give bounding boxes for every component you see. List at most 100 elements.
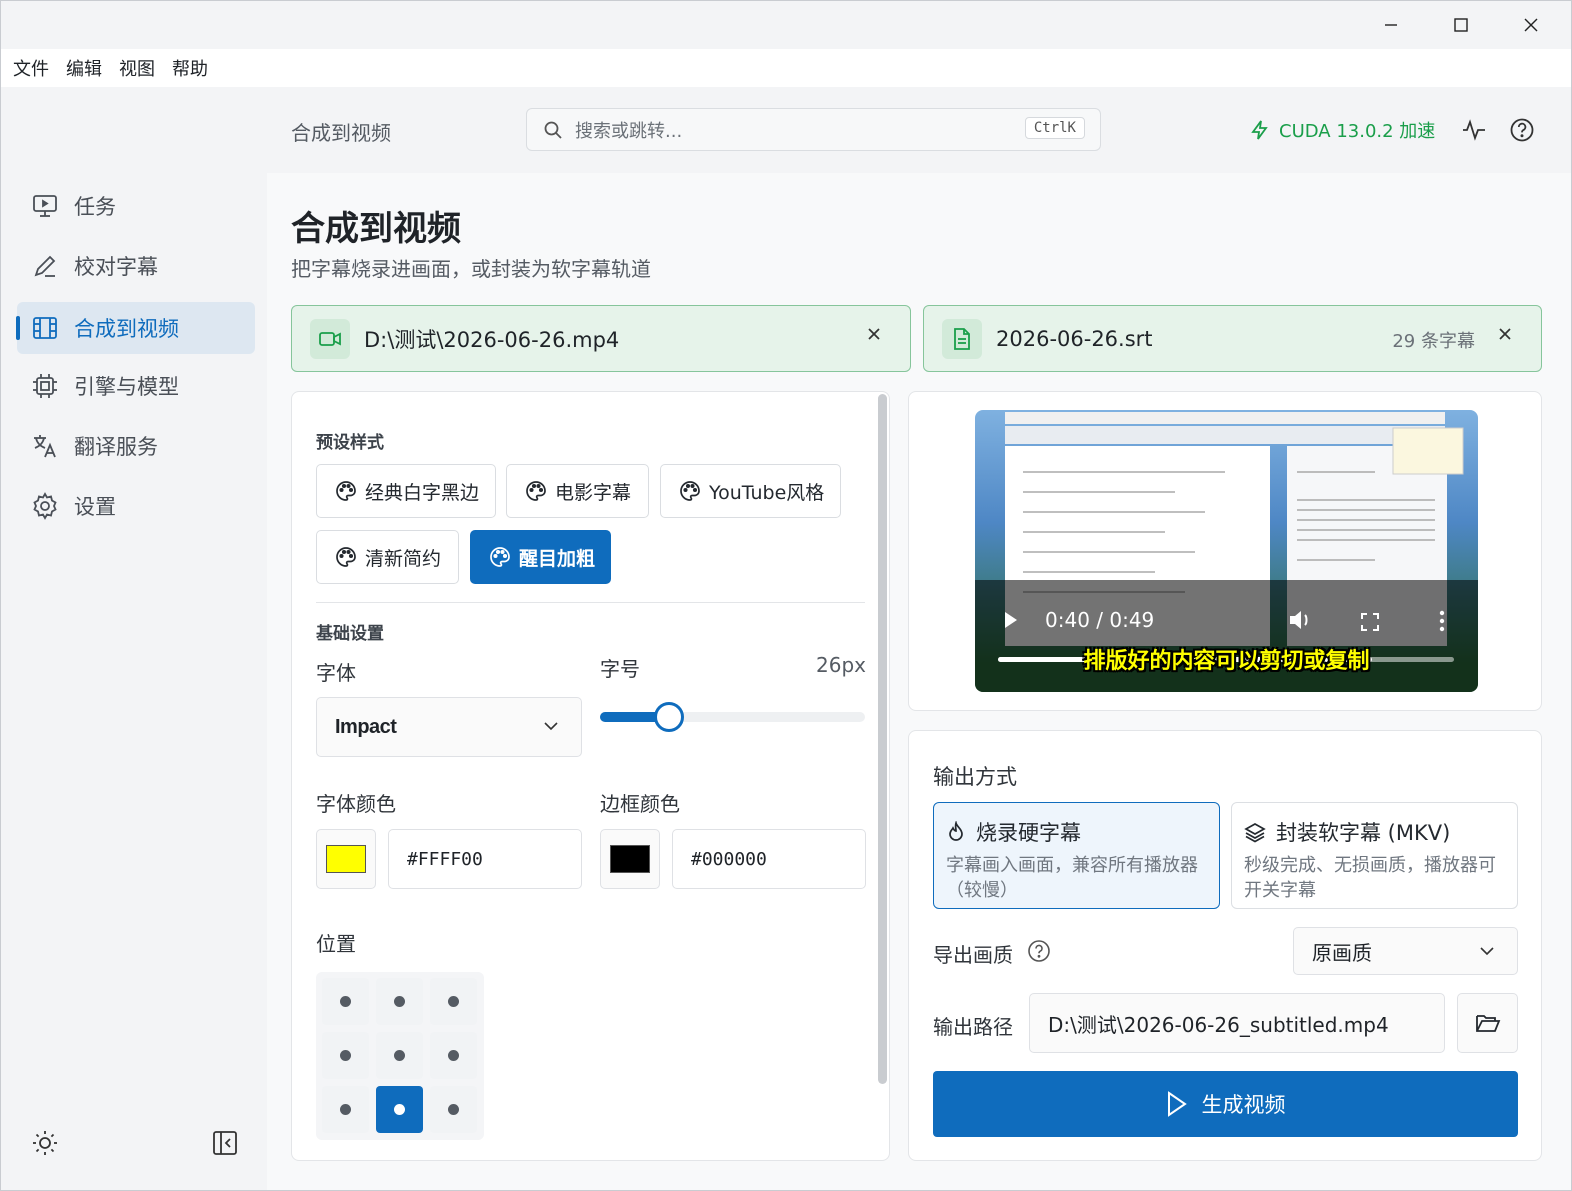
close-icon[interactable]	[1511, 9, 1551, 41]
menu-file[interactable]: 文件	[13, 55, 49, 81]
mode-title: 烧录硬字幕	[976, 821, 1081, 845]
palette-icon	[335, 480, 357, 502]
menu-edit[interactable]: 编辑	[66, 55, 102, 81]
size-label: 字号	[600, 657, 640, 681]
scrollbar[interactable]	[878, 394, 887, 1084]
sidebar-item-proofread[interactable]: 校对字幕	[17, 240, 255, 292]
quality-label: 导出画质	[933, 943, 1013, 967]
menu-bar: 文件 编辑 视图 帮助	[1, 49, 1571, 87]
font-color-input[interactable]: #FFFF00	[388, 829, 582, 889]
help-icon[interactable]	[1509, 117, 1535, 147]
output-path-input[interactable]: D:\测试\2026-06-26_subtitled.mp4	[1029, 993, 1445, 1053]
position-middle-right[interactable]	[430, 1032, 477, 1079]
play-outline-icon	[1166, 1091, 1188, 1117]
sidebar-item-compose[interactable]: 合成到视频	[16, 302, 255, 354]
position-bottom-right[interactable]	[430, 1086, 477, 1133]
position-bottom-center[interactable]	[376, 1086, 423, 1133]
position-middle-left[interactable]	[322, 1032, 369, 1079]
activity-icon[interactable]	[1461, 117, 1487, 147]
translate-icon	[30, 431, 60, 461]
menu-view[interactable]: 视图	[119, 55, 155, 81]
film-icon	[30, 313, 60, 343]
size-slider-track[interactable]	[600, 702, 865, 732]
search-bar[interactable]: 搜索或跳转... CtrlK	[526, 108, 1101, 151]
preset-movie-button[interactable]: 电影字幕	[506, 464, 649, 518]
search-icon	[543, 120, 563, 140]
position-grid	[316, 972, 484, 1140]
video-file-chip: D:\测试\2026-06-26.mp4	[291, 305, 911, 372]
subtitle-count: 29 条字幕	[1392, 331, 1475, 352]
preset-youtube-button[interactable]: YouTube风格	[660, 464, 841, 518]
subtitle-file-name: 2026-06-26.srt	[996, 326, 1153, 351]
size-value: 26px	[816, 653, 866, 677]
subtitle-caption: 排版好的内容可以剪切或复制	[1083, 649, 1370, 674]
sidebar-item-label: 合成到视频	[74, 317, 179, 341]
size-slider-thumb[interactable]	[653, 702, 684, 732]
border-color-input[interactable]: #000000	[672, 829, 866, 889]
position-top-right[interactable]	[430, 978, 477, 1025]
fullscreen-icon[interactable]	[1360, 612, 1380, 636]
browse-folder-button[interactable]	[1457, 993, 1518, 1053]
sun-icon[interactable]	[31, 1129, 59, 1161]
position-top-center[interactable]	[376, 978, 423, 1025]
cuda-label: CUDA 13.0.2 加速	[1279, 121, 1436, 142]
page-title: 合成到视频	[291, 209, 461, 249]
chip-icon	[30, 371, 60, 401]
remove-subtitle-icon[interactable]	[1497, 326, 1513, 346]
mode-burn-option[interactable]: 烧录硬字幕 字幕画入画面，兼容所有播放器（较慢）	[933, 802, 1220, 909]
video-player[interactable]: 0:40 / 0:49 排版好的内容可以剪切或复制	[975, 410, 1478, 692]
mode-mux-option[interactable]: 封装软字幕 (MKV) 秒级完成、无损画质，播放器可开关字幕	[1231, 802, 1518, 909]
output-card: 输出方式 烧录硬字幕 字幕画入画面，兼容所有播放器（较慢） 封装软字幕 (MKV…	[908, 730, 1542, 1161]
video-time: 0:40 / 0:49	[1045, 608, 1155, 632]
palette-icon	[489, 546, 511, 568]
position-middle-center[interactable]	[376, 1032, 423, 1079]
menu-help[interactable]: 帮助	[172, 55, 208, 81]
more-options-icon[interactable]	[1439, 610, 1445, 636]
file-text-icon	[942, 318, 982, 359]
video-file-path: D:\测试\2026-06-26.mp4	[364, 327, 620, 352]
maximize-icon[interactable]	[1441, 9, 1481, 41]
palette-icon	[679, 480, 701, 502]
search-input[interactable]: 搜索或跳转...	[575, 117, 682, 143]
mode-description: 字幕画入画面，兼容所有播放器（较慢）	[946, 855, 1198, 901]
sidebar: 任务 校对字幕 合成到视频 引擎与模型 翻译服务 设置	[1, 87, 267, 1190]
sidebar-item-translate[interactable]: 翻译服务	[17, 420, 255, 472]
font-color-chip	[326, 845, 366, 873]
minimize-icon[interactable]	[1371, 9, 1411, 41]
position-bottom-left[interactable]	[322, 1086, 369, 1133]
info-icon[interactable]	[1027, 939, 1051, 967]
volume-icon[interactable]	[1287, 608, 1313, 636]
preset-label: YouTube风格	[709, 481, 825, 504]
quality-select[interactable]: 原画质	[1293, 927, 1518, 975]
preset-bold-button[interactable]: 醒目加粗	[470, 530, 611, 584]
style-settings-card: 预设样式 经典白字黑边 电影字幕 YouTube风格 清新简约 醒目加粗 基础设…	[291, 391, 890, 1161]
palette-icon	[335, 546, 357, 568]
collapse-sidebar-icon[interactable]	[211, 1129, 239, 1161]
preset-classic-button[interactable]: 经典白字黑边	[316, 464, 496, 518]
preview-card: 0:40 / 0:49 排版好的内容可以剪切或复制	[908, 391, 1542, 711]
mode-title: 封装软字幕 (MKV)	[1276, 821, 1451, 845]
position-label: 位置	[316, 932, 356, 956]
sidebar-item-label: 引擎与模型	[74, 375, 179, 399]
preset-fresh-button[interactable]: 清新简约	[316, 530, 459, 584]
font-select[interactable]: Impact	[316, 697, 582, 757]
play-icon[interactable]	[1003, 610, 1019, 634]
remove-video-icon[interactable]	[866, 326, 882, 346]
preset-label: 清新简约	[365, 547, 442, 570]
border-color-swatch[interactable]	[600, 829, 660, 889]
cuda-status: CUDA 13.0.2 加速	[1249, 117, 1435, 143]
font-color-swatch[interactable]	[316, 829, 376, 889]
page-subtitle: 把字幕烧录进画面，或封装为软字幕轨道	[291, 257, 651, 281]
font-label: 字体	[316, 661, 356, 685]
border-color-chip	[610, 845, 650, 873]
chevron-down-icon	[1479, 943, 1495, 963]
preset-label: 电影字幕	[555, 481, 632, 504]
sidebar-item-engines[interactable]: 引擎与模型	[17, 360, 255, 412]
sidebar-item-settings[interactable]: 设置	[17, 480, 255, 532]
border-color-label: 边框颜色	[600, 792, 680, 816]
generate-video-button[interactable]: 生成视频	[933, 1071, 1518, 1137]
pen-icon	[30, 251, 60, 281]
position-top-left[interactable]	[322, 978, 369, 1025]
sidebar-item-tasks[interactable]: 任务	[17, 180, 255, 232]
divider	[316, 602, 865, 603]
